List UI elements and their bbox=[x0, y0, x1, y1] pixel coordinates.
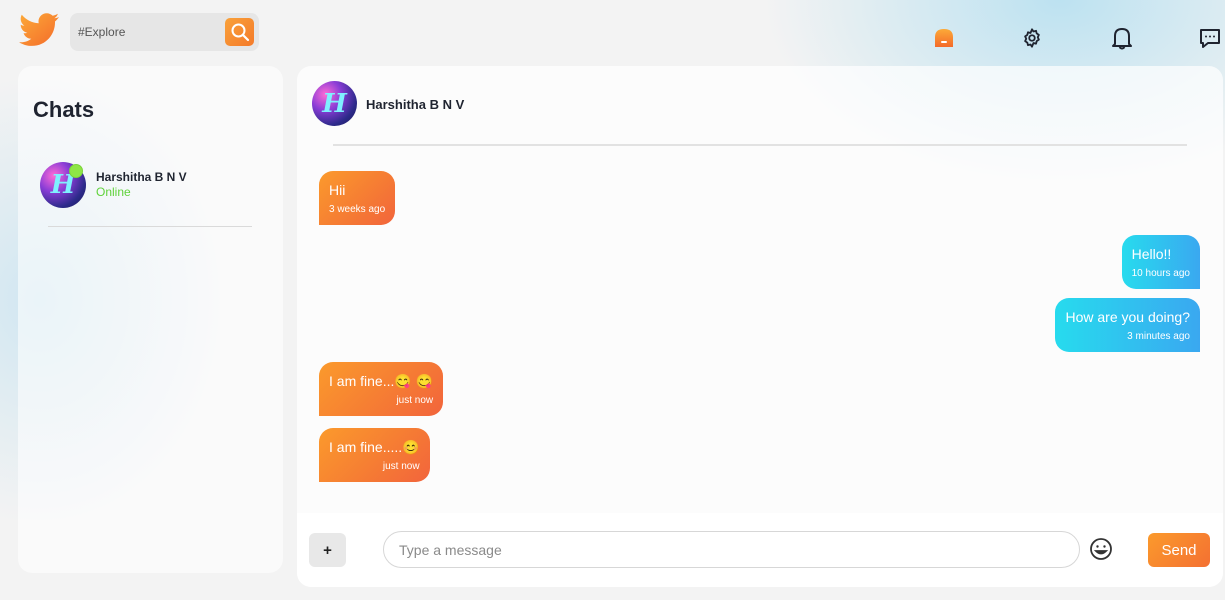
divider bbox=[48, 226, 252, 227]
message-text: How are you doing? bbox=[1065, 309, 1190, 325]
message-time: 3 minutes ago bbox=[1127, 331, 1190, 342]
contact-name: Harshitha B N V bbox=[366, 97, 465, 112]
message-text: I am fine...😋 😋 bbox=[329, 373, 434, 389]
message-input[interactable] bbox=[383, 531, 1080, 568]
message-text: Hii bbox=[329, 182, 346, 198]
message-bubble-incoming: I am fine.....😊 just now bbox=[319, 428, 430, 482]
contact-avatar[interactable]: H bbox=[312, 81, 357, 126]
send-button[interactable]: Send bbox=[1148, 533, 1210, 567]
chat-contact-name: Harshitha B N V bbox=[96, 170, 187, 184]
online-indicator bbox=[69, 164, 83, 178]
message-time: 10 hours ago bbox=[1131, 268, 1190, 279]
message-text: I am fine.....😊 bbox=[329, 439, 420, 455]
message-composer: + Send bbox=[297, 513, 1223, 587]
chat-list-item[interactable]: H Harshitha B N V Online bbox=[40, 162, 260, 212]
message-bubble-outgoing: Hello!! 10 hours ago bbox=[1121, 235, 1200, 289]
message-time: just now bbox=[382, 461, 420, 472]
home-icon[interactable] bbox=[932, 26, 956, 50]
divider bbox=[333, 144, 1187, 146]
twitter-bird-logo-icon[interactable] bbox=[17, 11, 61, 51]
search-button[interactable] bbox=[225, 18, 254, 46]
chat-bubble-icon[interactable] bbox=[1198, 26, 1222, 50]
attach-button[interactable]: + bbox=[309, 533, 346, 567]
chats-title: Chats bbox=[33, 97, 95, 122]
message-bubble-incoming: I am fine...😋 😋 just now bbox=[319, 362, 444, 416]
message-text: Hello!! bbox=[1131, 246, 1172, 262]
message-bubble-incoming: Hii 3 weeks ago bbox=[319, 171, 396, 225]
message-time: just now bbox=[396, 395, 434, 406]
chat-contact-status: Online bbox=[96, 185, 131, 199]
message-bubble-outgoing: How are you doing? 3 minutes ago bbox=[1055, 298, 1200, 352]
gear-icon[interactable] bbox=[1020, 26, 1044, 50]
emoji-icon[interactable] bbox=[1089, 537, 1113, 561]
search-icon bbox=[231, 23, 249, 42]
bell-icon[interactable] bbox=[1110, 26, 1134, 50]
chats-sidebar: Chats H Harshitha B N V Online bbox=[18, 66, 283, 573]
message-time: 3 weeks ago bbox=[329, 204, 386, 215]
explore-search-box bbox=[70, 13, 259, 51]
conversation-panel: H Harshitha B N V Hii 3 weeks ago Hello!… bbox=[297, 66, 1223, 587]
explore-search-input[interactable] bbox=[70, 13, 220, 51]
